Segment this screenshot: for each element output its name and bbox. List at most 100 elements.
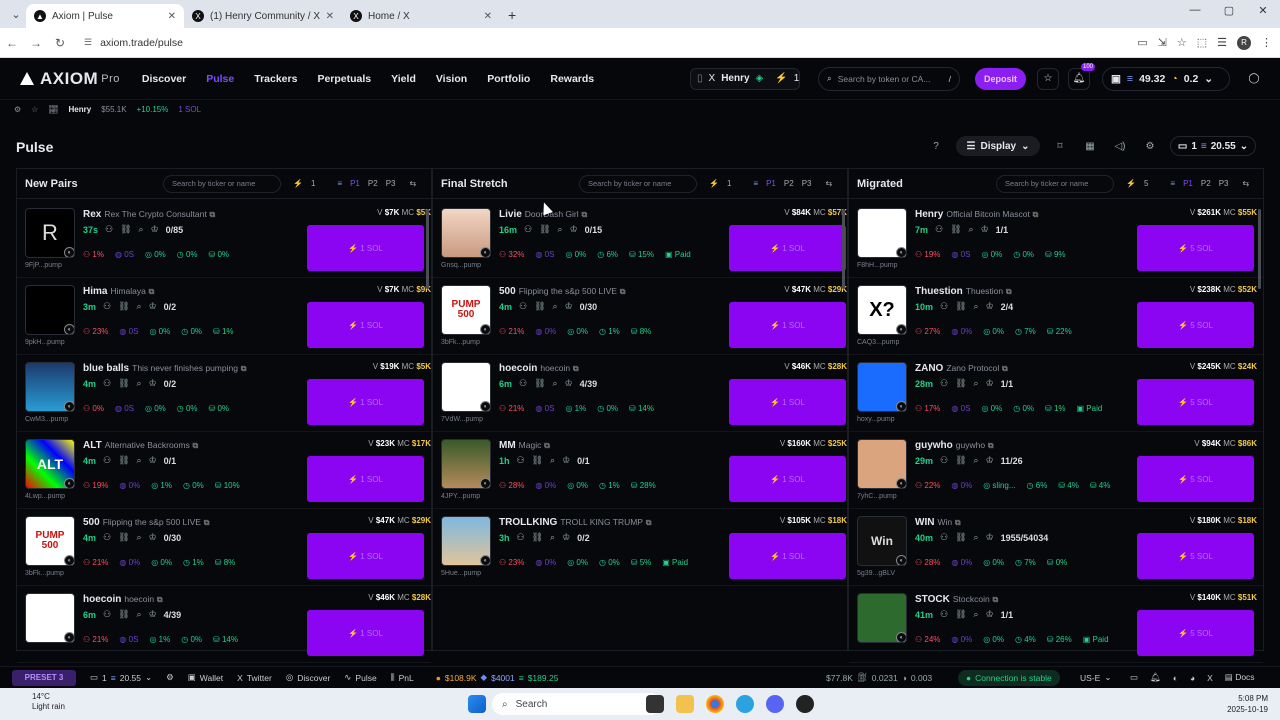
search-icon[interactable]: ⌕ — [139, 224, 144, 235]
chart-icon[interactable]: 📈︎ — [48, 105, 58, 114]
token-ticker[interactable]: 500 — [83, 517, 100, 528]
nav-perpetuals[interactable]: Perpetuals — [317, 73, 371, 85]
quick-buy-button[interactable]: ⚡ 1 SOL — [307, 610, 424, 656]
token-address[interactable]: 7yhC...pump — [857, 493, 897, 500]
token-image[interactable]: ◐ — [441, 439, 491, 489]
docs-link[interactable]: ▤ Docs — [1225, 672, 1255, 683]
filter-icon[interactable]: ⇆ — [409, 179, 416, 188]
system-clock[interactable]: 5:08 PM 2025-10-19 — [1227, 693, 1268, 715]
browser-menu-icon[interactable]: ⋮ — [1261, 36, 1272, 49]
token-row[interactable]: PUMP 500 ◐ 3bFk...pump 500 Flipping the s&p … — [433, 277, 847, 355]
nav-rewards[interactable]: Rewards — [550, 73, 594, 85]
token-image[interactable]: PUMP 500 ◐ — [25, 516, 75, 566]
nav-portfolio[interactable]: Portfolio — [487, 73, 530, 85]
token-ticker[interactable]: hoecoin — [499, 363, 537, 374]
token-row[interactable]: ◐ hoecoin hoecoin ⧉ 6m ⚇ ⛓ ⌕ ♔ 4/39 ⚇ 21% ◍ 0S ◎ 1%… — [17, 585, 431, 663]
forward-icon[interactable]: → — [24, 36, 48, 50]
link-icon[interactable]: ⛓ — [118, 532, 129, 543]
bookmark-icon[interactable]: ⌑ — [1050, 141, 1070, 152]
people-icon[interactable]: ⚇ — [940, 301, 948, 312]
discord-icon[interactable]: ◕ — [1190, 673, 1195, 683]
token-ticker[interactable]: ALT — [83, 440, 102, 451]
search-icon[interactable]: ⌕ — [137, 301, 142, 312]
token-image[interactable]: ◐ — [25, 362, 75, 412]
nav-discover[interactable]: Discover — [142, 73, 186, 85]
settings-icon[interactable]: ⚙ — [14, 105, 21, 114]
weather-widget[interactable]: 14°C Light rain — [14, 692, 65, 712]
quick-buy-button[interactable]: ⚡ 5 SOL — [1137, 456, 1254, 502]
people-icon[interactable]: ⚇ — [103, 609, 111, 620]
link-icon[interactable]: ⛓ — [955, 609, 966, 620]
star-icon[interactable]: ☆ — [31, 105, 38, 114]
search-icon[interactable]: ⌕ — [553, 378, 558, 389]
bell-icon[interactable]: 🔔︎ 100 — [1068, 62, 1095, 90]
token-row[interactable]: ALT ◐ 4Lwp...pump ALT Alternative Backrooms … — [17, 431, 431, 509]
link-icon[interactable]: ⛓ — [118, 609, 129, 620]
wallet-balance-pill[interactable]: ▣ ≡ 49.32 ◔ 0.2 ⌄ — [1102, 66, 1230, 91]
extensions-icon[interactable]: ⬚ — [1197, 36, 1207, 49]
preset-button[interactable]: PRESET 3 — [12, 669, 76, 686]
people-icon[interactable]: ⚇ — [103, 378, 111, 389]
copy-icon[interactable]: ⧉ — [620, 287, 626, 296]
people-icon[interactable]: ⚇ — [940, 609, 948, 620]
token-row[interactable]: ◐ 7VdW...pump hoecoin hoecoin ⧉ 6m ⚇ ⛓ ⌕ ♔ 4/39 ⚇ … — [433, 354, 847, 432]
search-icon[interactable]: ⌕ — [550, 532, 555, 543]
browser-tab-henry-community[interactable]: X (1) Henry Community / X ✕ — [184, 4, 342, 28]
watch-token-pill[interactable]: ▯ X Henry ◈ ⚡ 1 — [690, 67, 800, 90]
people-icon[interactable]: ⚇ — [103, 532, 111, 543]
quick-buy-button[interactable]: ⚡ 1 SOL — [729, 225, 846, 271]
close-window-button[interactable]: ✕ — [1246, 4, 1280, 17]
lightning-icon[interactable]: ⚡ — [1126, 179, 1136, 188]
people-icon[interactable]: ⚇ — [517, 532, 525, 543]
column-search-input[interactable]: Search by ticker or name — [163, 174, 281, 193]
new-tab-button[interactable]: + — [508, 7, 516, 23]
search-icon[interactable]: ⌕ — [558, 224, 563, 235]
token-row[interactable]: ◐ Gnsq...pump Livie DoorDash Girl ⧉ 16m ⚇ ⛓ ⌕ ♔ 0… — [433, 200, 847, 278]
footer-settings-icon[interactable]: ⚙ — [166, 672, 174, 683]
search-icon[interactable]: ⌕ — [137, 532, 142, 543]
link-icon[interactable]: ⛓ — [950, 224, 961, 235]
people-icon[interactable]: ⚇ — [517, 455, 525, 466]
close-tab-icon[interactable]: ✕ — [168, 11, 176, 22]
search-icon[interactable]: ⌕ — [974, 301, 979, 312]
token-ticker[interactable]: Henry — [915, 209, 943, 220]
filter-icon[interactable]: ⇆ — [1242, 179, 1249, 188]
quick-buy-button[interactable]: ⚡ 1 SOL — [729, 533, 846, 579]
footer-discover[interactable]: ◎ Discover — [286, 672, 330, 683]
token-address[interactable]: 5g39...gBLV — [857, 570, 895, 577]
copy-icon[interactable]: ⧉ — [193, 441, 199, 450]
search-icon[interactable]: ⌕ — [974, 532, 979, 543]
people-icon[interactable]: ⚇ — [519, 301, 527, 312]
link-icon[interactable]: ⛓ — [955, 378, 966, 389]
token-image[interactable]: ◐ — [857, 362, 907, 412]
token-image[interactable]: X? ◐ — [857, 285, 907, 335]
token-address[interactable]: CwM3...pump — [25, 416, 68, 423]
token-image[interactable]: ◐ — [857, 593, 907, 643]
search-icon[interactable]: ⌕ — [974, 609, 979, 620]
column-scrollbar[interactable] — [842, 209, 845, 289]
x-icon[interactable]: X — [1207, 673, 1213, 683]
palette-icon[interactable]: ◐ — [1173, 673, 1178, 683]
link-icon[interactable]: ⛓ — [534, 378, 545, 389]
footer-twitter[interactable]: X Twitter — [237, 673, 272, 683]
preset-p3[interactable]: P3 — [386, 179, 396, 188]
people-icon[interactable]: ⚇ — [103, 455, 111, 466]
copy-icon[interactable]: ⧉ — [204, 518, 210, 527]
copy-icon[interactable]: ⧉ — [1006, 287, 1012, 296]
reload-icon[interactable]: ↻ — [48, 36, 72, 50]
nav-yield[interactable]: Yield — [391, 73, 416, 85]
token-row[interactable]: ◐ 9pkH...pump Hima Himalaya ⧉ 3m ⚇ ⛓ ⌕ ♔ 0/2 ⚇ 23%… — [17, 277, 431, 355]
preset-p2[interactable]: P2 — [784, 179, 794, 188]
preset-p2[interactable]: P2 — [368, 179, 378, 188]
quick-buy-button[interactable]: ⚡ 1 SOL — [307, 302, 424, 348]
task-view-icon[interactable] — [646, 695, 664, 713]
install-app-icon[interactable]: ▭ — [1137, 36, 1147, 49]
search-icon[interactable]: ⌕ — [969, 224, 974, 235]
token-row[interactable]: R ◐ 9FjP...pump Rex Rex The Crypto Consultan… — [17, 200, 431, 278]
holding-name[interactable]: Henry — [69, 105, 92, 114]
search-icon[interactable]: ⌕ — [974, 455, 979, 466]
people-icon[interactable]: ⚇ — [940, 378, 948, 389]
token-image[interactable]: ◐ — [857, 208, 907, 258]
search-icon[interactable]: ⌕ — [137, 609, 142, 620]
token-ticker[interactable]: blue balls — [83, 363, 129, 374]
